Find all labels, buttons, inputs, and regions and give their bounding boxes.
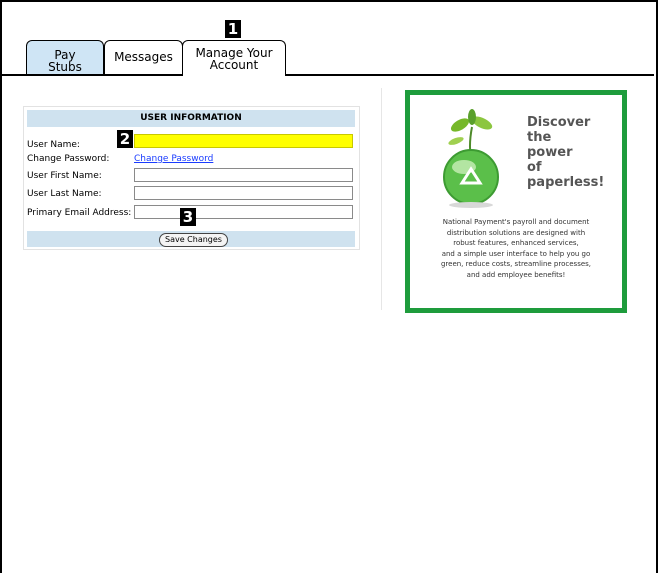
tab-messages-label: Messages xyxy=(114,50,173,64)
ad-body-line: robust features, enhanced services, xyxy=(453,239,579,248)
callout-3: 3 xyxy=(180,208,196,226)
user-name-label: User Name: xyxy=(27,140,80,150)
ad-headline-line: paperless! xyxy=(527,175,605,190)
last-name-label: User Last Name: xyxy=(27,189,102,199)
callout-1: 1 xyxy=(225,20,241,38)
callout-2: 2 xyxy=(117,130,133,148)
change-password-label: Change Password: xyxy=(27,154,110,164)
email-field[interactable] xyxy=(134,205,353,219)
ad-body-line: green, reduce costs, streamline processe… xyxy=(440,260,592,269)
ad-headline-line: power xyxy=(527,145,573,160)
email-label: Primary Email Address: xyxy=(27,208,132,218)
first-name-label: User First Name: xyxy=(27,171,102,181)
ad-description: National Payment's payroll and document … xyxy=(414,217,618,281)
tab-bar-divider xyxy=(2,74,654,76)
ad-headline-line: the xyxy=(527,130,552,145)
ad-body-line: distribution solutions are designed with xyxy=(446,228,586,237)
recycle-globe-icon xyxy=(443,109,499,208)
last-name-field[interactable] xyxy=(134,186,353,200)
ad-headline-line: of xyxy=(527,160,542,175)
ad-body-line: and add employee benefits! xyxy=(466,270,566,279)
panel-heading: USER INFORMATION xyxy=(27,110,355,127)
ad-headline-line: Discover xyxy=(527,115,591,130)
ad-headline: Discover the power of paperless! xyxy=(527,115,607,190)
panel-footer: Save Changes xyxy=(27,231,355,247)
tab-messages[interactable]: Messages xyxy=(104,40,183,75)
change-password-link[interactable]: Change Password xyxy=(134,154,213,164)
tab-manage-account[interactable]: Manage Your Account xyxy=(182,40,286,76)
column-divider xyxy=(381,88,382,310)
tab-pay-stubs-label-2: Stubs xyxy=(48,60,82,74)
save-changes-button[interactable]: Save Changes xyxy=(159,233,228,247)
tab-pay-stubs[interactable]: Pay Stubs xyxy=(26,40,104,75)
paperless-ad[interactable]: Discover the power of paperless! Nationa… xyxy=(405,90,627,313)
tab-manage-account-label-2: Account xyxy=(209,58,259,72)
ad-body-line: and a simple user interface to help you … xyxy=(441,249,591,258)
ad-body-line: National Payment's payroll and document xyxy=(442,218,590,226)
user-information-panel: USER INFORMATION User Name: Change Passw… xyxy=(23,106,360,250)
user-name-field[interactable] xyxy=(134,134,353,148)
first-name-field[interactable] xyxy=(134,168,353,182)
